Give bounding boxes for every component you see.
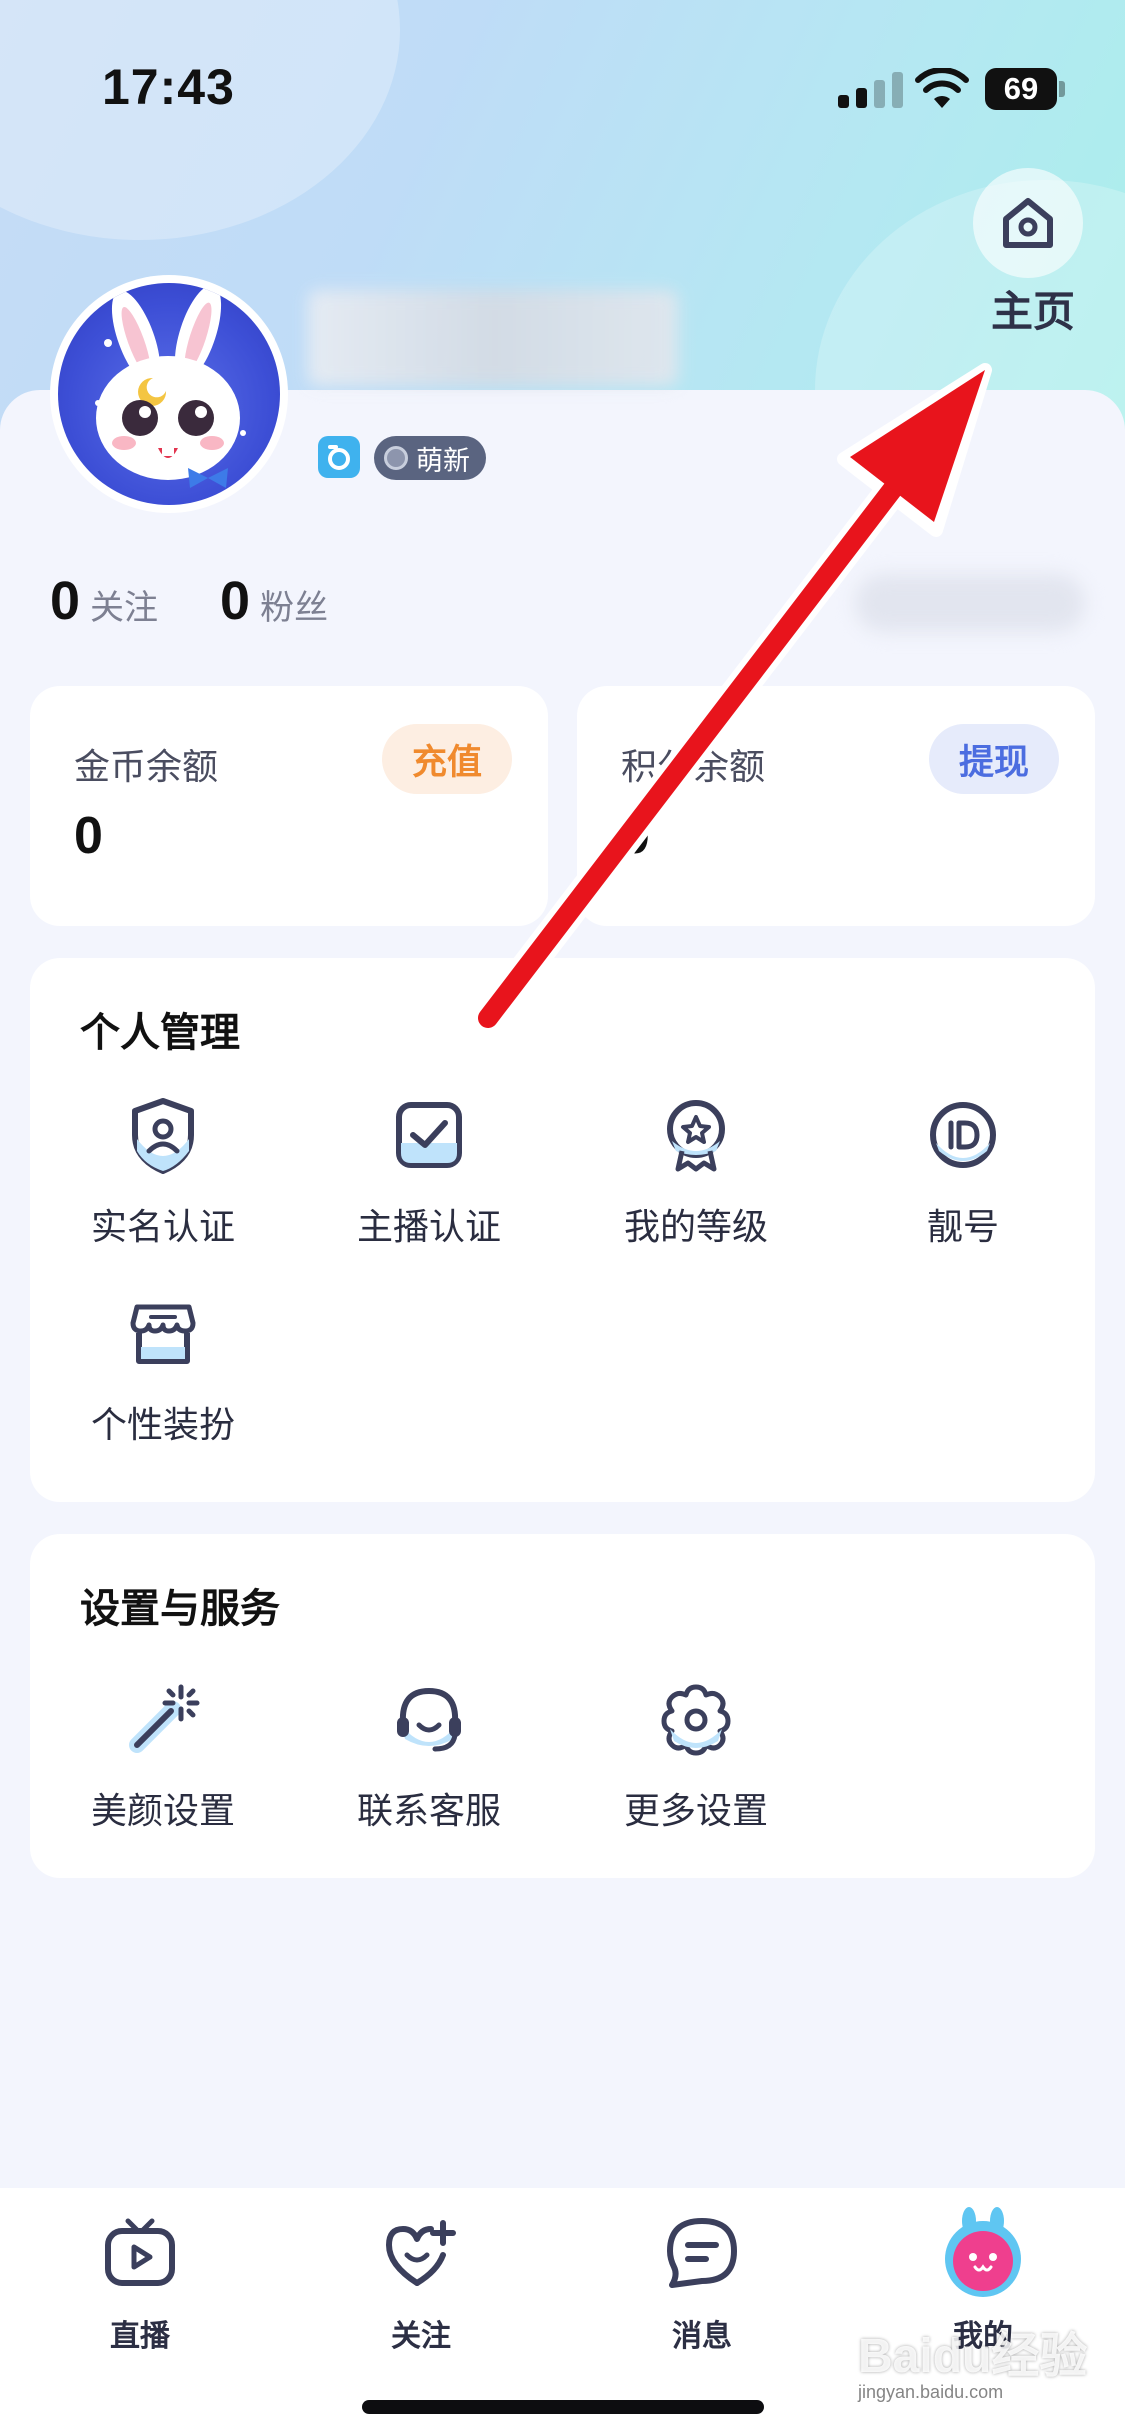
more-settings-label: 更多设置	[623, 1791, 768, 1832]
tab-follow-label: 关注	[391, 2319, 451, 2354]
points-balance-amount: 0	[621, 807, 650, 865]
wifi-icon	[915, 68, 969, 108]
personal-management-title: 个人管理	[80, 1010, 240, 1056]
points-balance-card[interactable]: 积分余额 0 提现	[577, 686, 1095, 926]
real-name-auth-item[interactable]: 实名认证	[43, 1090, 283, 1250]
recharge-button[interactable]: 充值	[381, 724, 512, 794]
verified-badge	[318, 436, 360, 478]
coin-balance-amount: 0	[74, 807, 103, 865]
home-indicator[interactable]	[362, 2400, 764, 2414]
cellular-signal-icon	[838, 72, 903, 108]
vip-badge-icon	[328, 445, 350, 470]
home-label[interactable]: 主页	[958, 278, 1108, 339]
level-badge: 萌新	[374, 436, 486, 480]
follow-stats: 0 关注 0 粉丝	[50, 570, 390, 632]
watermark: Baidu经验 jingyan.baidu.com	[858, 2316, 1108, 2403]
settings-services-title: 设置与服务	[80, 1586, 280, 1632]
following-count[interactable]: 0	[50, 570, 80, 632]
pretty-number-label: 靓号	[926, 1207, 999, 1248]
avatar[interactable]	[50, 275, 288, 513]
bunny-avatar-image	[95, 285, 246, 488]
message-icon	[667, 2218, 737, 2288]
shield-user-icon	[132, 1098, 194, 1174]
check-square-icon	[396, 1102, 462, 1168]
real-name-auth-label: 实名认证	[90, 1207, 235, 1248]
following-label[interactable]: 关注	[90, 580, 158, 629]
battery-level: 69	[985, 68, 1057, 110]
home-icon	[1003, 198, 1053, 248]
my-level-item[interactable]: 我的等级	[576, 1090, 816, 1250]
my-level-label: 我的等级	[623, 1207, 768, 1248]
blurred-info	[855, 574, 1085, 632]
tab-follow[interactable]: 关注	[321, 2203, 521, 2355]
id-circle-icon	[930, 1102, 996, 1168]
battery-icon: 69	[985, 68, 1065, 110]
bunny-avatar-icon	[945, 2207, 1021, 2297]
tab-messages-label: 消息	[672, 2319, 732, 2354]
beauty-settings-item[interactable]: 美颜设置	[43, 1674, 283, 1834]
anchor-auth-item[interactable]: 主播认证	[309, 1090, 549, 1250]
personal-dressup-label: 个性装扮	[90, 1405, 235, 1446]
heart-plus-icon	[386, 2220, 456, 2286]
watermark-brand: Baidu经验	[858, 2330, 1088, 2383]
beauty-settings-label: 美颜设置	[90, 1791, 235, 1832]
settings-services-section: 设置与服务 美颜设置 联系客服 更多设置	[30, 1534, 1095, 1878]
medal-star-icon	[667, 1100, 725, 1172]
tab-live[interactable]: 直播	[40, 2203, 240, 2355]
tv-play-icon	[105, 2218, 175, 2286]
contact-support-item[interactable]: 联系客服	[309, 1674, 549, 1834]
coin-balance-title: 金币余额	[74, 747, 219, 788]
anchor-auth-label: 主播认证	[356, 1207, 501, 1248]
headset-icon	[397, 1687, 461, 1752]
contact-support-label: 联系客服	[356, 1791, 501, 1832]
points-balance-title: 积分余额	[621, 747, 766, 788]
status-bar: 17:43 69	[0, 0, 1125, 170]
watermark-url: jingyan.baidu.com	[858, 2382, 1004, 2402]
personal-dressup-item[interactable]: 个性装扮	[43, 1288, 283, 1448]
tab-live-label: 直播	[110, 2319, 170, 2354]
coin-balance-card[interactable]: 金币余额 0 充值	[30, 686, 548, 926]
level-badge-label: 萌新	[416, 445, 470, 477]
tab-messages[interactable]: 消息	[602, 2203, 802, 2355]
personal-management-section: 个人管理 实名认证 主播认证 我的等级 靓号 个性装扮	[30, 958, 1095, 1502]
level-dot-icon	[384, 446, 408, 470]
username	[308, 290, 678, 386]
pretty-number-item[interactable]: 靓号	[843, 1090, 1083, 1250]
magic-wand-icon	[129, 1684, 200, 1753]
home-button[interactable]	[973, 168, 1083, 278]
status-time: 17:43	[102, 59, 235, 115]
more-settings-item[interactable]: 更多设置	[576, 1674, 816, 1834]
withdraw-button[interactable]: 提现	[928, 724, 1059, 794]
gear-icon	[661, 1684, 731, 1756]
shop-icon	[130, 1304, 196, 1364]
fans-label[interactable]: 粉丝	[260, 580, 328, 629]
fans-count[interactable]: 0	[220, 570, 250, 632]
